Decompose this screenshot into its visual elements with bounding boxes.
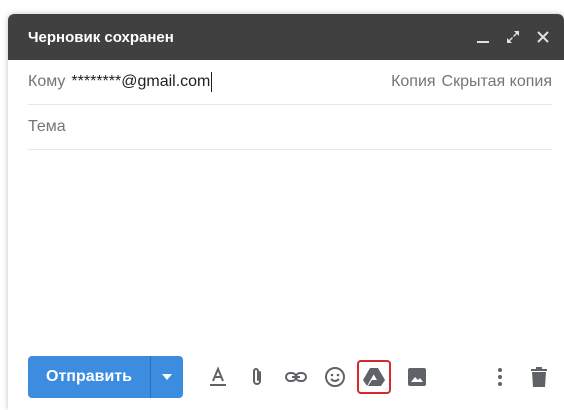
send-options-button[interactable] [150, 356, 183, 398]
trash-icon[interactable] [526, 364, 552, 390]
emoji-icon[interactable] [322, 364, 348, 390]
subject-row[interactable]: Тема [28, 105, 552, 150]
to-label: Кому [28, 73, 66, 90]
compose-toolbar: Отправить [28, 356, 552, 398]
link-icon[interactable] [283, 364, 309, 390]
recipients-row[interactable]: Кому ********@gmail.com Копия Скрытая ко… [28, 60, 552, 105]
send-button-group: Отправить [28, 356, 183, 398]
more-options-icon[interactable] [487, 364, 513, 390]
google-drive-icon[interactable] [356, 360, 391, 394]
subject-input[interactable]: Тема [28, 118, 66, 136]
insert-photo-icon[interactable] [404, 364, 430, 390]
message-body[interactable] [8, 150, 564, 346]
to-input[interactable]: ********@gmail.com [71, 73, 210, 91]
compose-window: Черновик сохранен Кому ********@gmail.co… [8, 14, 564, 410]
minimize-icon[interactable] [474, 28, 492, 46]
compose-title: Черновик сохранен [28, 28, 174, 46]
text-cursor [211, 72, 213, 92]
cc-link[interactable]: Копия [391, 73, 435, 91]
cc-bcc-links: Копия Скрытая копия [391, 73, 552, 91]
expand-icon[interactable] [504, 28, 522, 46]
attach-icon[interactable] [244, 364, 270, 390]
compose-titlebar[interactable]: Черновик сохранен [8, 14, 564, 60]
send-button[interactable]: Отправить [28, 356, 151, 398]
text-format-icon[interactable] [205, 364, 231, 390]
window-controls [474, 28, 552, 46]
close-icon[interactable] [534, 28, 552, 46]
caret-down-icon [161, 374, 172, 380]
bcc-link[interactable]: Скрытая копия [442, 73, 552, 91]
